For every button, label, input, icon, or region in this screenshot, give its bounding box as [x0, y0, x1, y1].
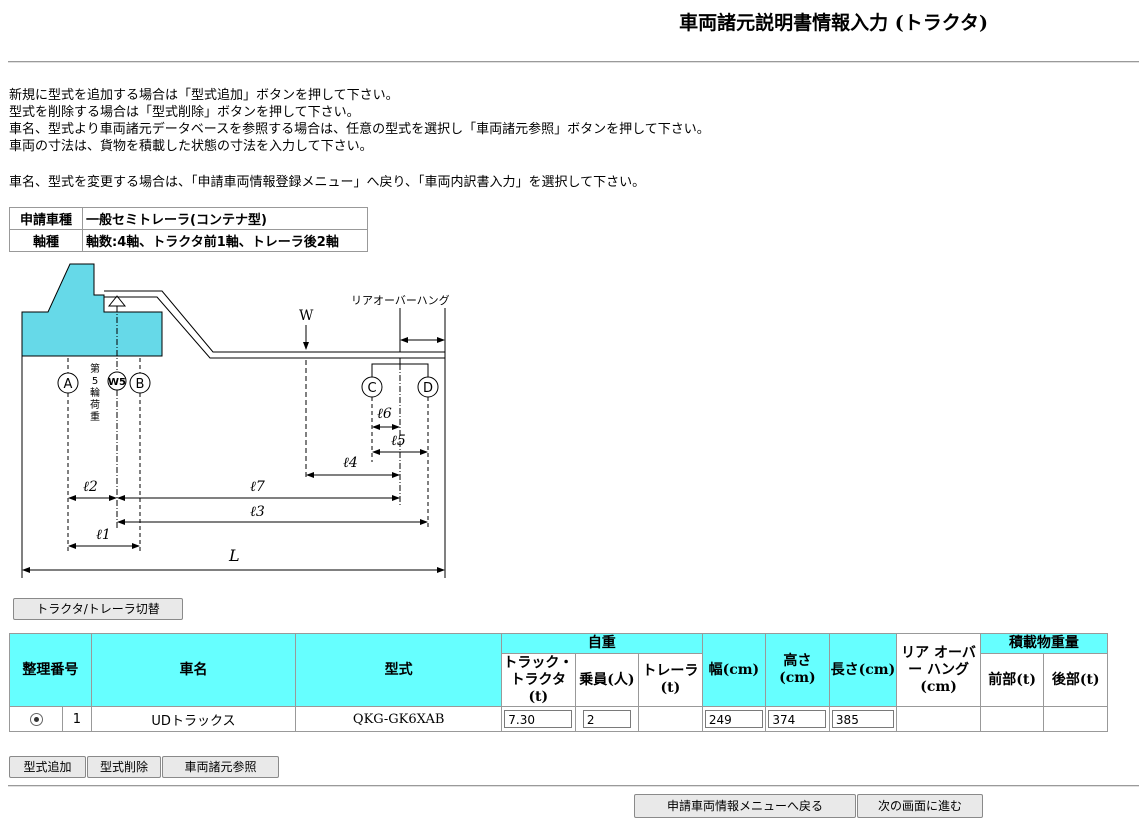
tractor-trailer-diagram: W リアオーバーハング A B C D W5 第 5 輪 荷 重 ℓ6 ℓ5 ℓ… [21, 263, 450, 578]
header-self-weight: 自重 [501, 633, 703, 654]
instruction-change-model: 車名、型式を変更する場合は、「申請車両情報登録メニュー」へ戻り、「車両内訳書入力… [9, 175, 646, 190]
fifth-wheel-load-char: 5 [92, 376, 98, 387]
delete-model-button[interactable]: 型式削除 [87, 756, 161, 778]
instruction-line: 新規に型式を追加する場合は「型式追加」ボタンを押して下さい。 [9, 88, 399, 103]
row-model: QKG-GK6XAB [295, 706, 502, 732]
fifth-wheel-load-char: 輪 [90, 386, 100, 399]
fifth-wheel-load-char: 第 [90, 362, 100, 375]
dim-l3: ℓ3 [250, 504, 265, 520]
dim-l4: ℓ4 [343, 455, 358, 471]
load-w-label: W [299, 308, 314, 324]
tractor-trailer-switch-button[interactable]: トラクタ/トレーラ切替 [13, 598, 183, 620]
row-rear-overhang [896, 706, 981, 732]
instructions: 新規に型式を追加する場合は「型式追加」ボタンを押して下さい。 型式を削除する場合… [9, 87, 710, 155]
dim-l7: ℓ7 [250, 479, 265, 495]
row-rear-load [1043, 706, 1108, 732]
dim-l6: ℓ6 [377, 406, 392, 422]
row-name: UDトラックス [90, 706, 297, 732]
header-truck-tractor: トラック・トラクタ (t) [501, 653, 576, 707]
row-front-load [979, 706, 1045, 732]
fifth-wheel-load-char: 重 [90, 410, 100, 423]
rear-overhang-label: リアオーバーハング [351, 293, 450, 307]
vehicle-type-value: 一般セミトレーラ(コンテナ型) [82, 207, 368, 230]
header-name: 車名 [90, 633, 297, 707]
axle-b-label: B [136, 377, 145, 392]
dim-l2: ℓ2 [83, 479, 98, 495]
header-front: 前部(t) [979, 653, 1045, 707]
instruction-line: 車両の寸法は、貨物を積載した状態の寸法を入力して下さい。 [9, 139, 373, 154]
dim-l5: ℓ5 [391, 433, 406, 449]
add-model-button[interactable]: 型式追加 [9, 756, 86, 778]
header-divider [8, 61, 1139, 63]
header-seq: 整理番号 [9, 633, 92, 707]
dim-l1: ℓ1 [96, 527, 111, 543]
header-rear-overhang: リア オーバー ハング (cm) [896, 633, 981, 707]
height-input[interactable]: 374 [768, 710, 827, 728]
axle-type-value: 軸数:4軸、トラクタ前1軸、トレーラ後2軸 [82, 229, 368, 252]
header-trailer: トレーラ (t) [638, 653, 703, 707]
header-rear: 後部(t) [1043, 653, 1108, 707]
row-seq: 1 [72, 711, 81, 727]
header-length: 長さ(cm) [828, 633, 898, 707]
axle-d-label: D [423, 381, 433, 396]
header-height: 高さ(cm) [765, 633, 830, 707]
w5-label: W5 [108, 377, 126, 388]
header-load-weight: 積載物重量 [979, 633, 1109, 654]
tractor-body [21, 263, 163, 357]
fifth-wheel-load-char: 荷 [90, 399, 100, 411]
spec-reference-button[interactable]: 車両諸元参照 [162, 756, 279, 778]
length-input[interactable]: 385 [831, 710, 894, 728]
vehicle-info-table: 申請車種 一般セミトレーラ(コンテナ型) 軸種 軸数:4軸、トラクタ前1軸、トレ… [9, 207, 368, 252]
header-model: 型式 [295, 633, 502, 707]
truck-tractor-weight-input[interactable]: 7.30 [504, 710, 573, 728]
axle-c-label: C [367, 381, 376, 396]
row-select-radio[interactable] [29, 712, 43, 726]
header-crew: 乗員(人) [574, 653, 640, 707]
page-title: 車両諸元説明書情報入力 (トラクタ) [679, 12, 988, 34]
instruction-line: 型式を削除する場合は「型式削除」ボタンを押して下さい。 [9, 105, 360, 120]
axle-a-label: A [64, 377, 73, 392]
row-select-cell: 1 [9, 706, 92, 732]
dim-L: L [228, 546, 240, 565]
next-screen-button[interactable]: 次の画面に進む [857, 794, 983, 818]
vehicle-spec-table: 整理番号 車名 型式 自重 幅(cm) 高さ(cm) 長さ(cm) リア オーバ… [9, 633, 1109, 732]
instruction-line: 車名、型式より車両諸元データベースを参照する場合は、任意の型式を選択し「車両諸元… [9, 122, 710, 137]
vehicle-type-label: 申請車種 [9, 207, 83, 230]
width-input[interactable]: 249 [704, 710, 763, 728]
row-trailer [638, 706, 703, 732]
footer-divider [8, 785, 1139, 787]
table-row: 1 UDトラックス QKG-GK6XAB 7.30 2 249 374 385 [9, 706, 1108, 732]
header-width: 幅(cm) [701, 633, 767, 707]
crew-input[interactable]: 2 [582, 710, 631, 728]
axle-type-label: 軸種 [9, 229, 83, 252]
back-to-menu-button[interactable]: 申請車両情報メニューへ戻る [634, 794, 856, 818]
